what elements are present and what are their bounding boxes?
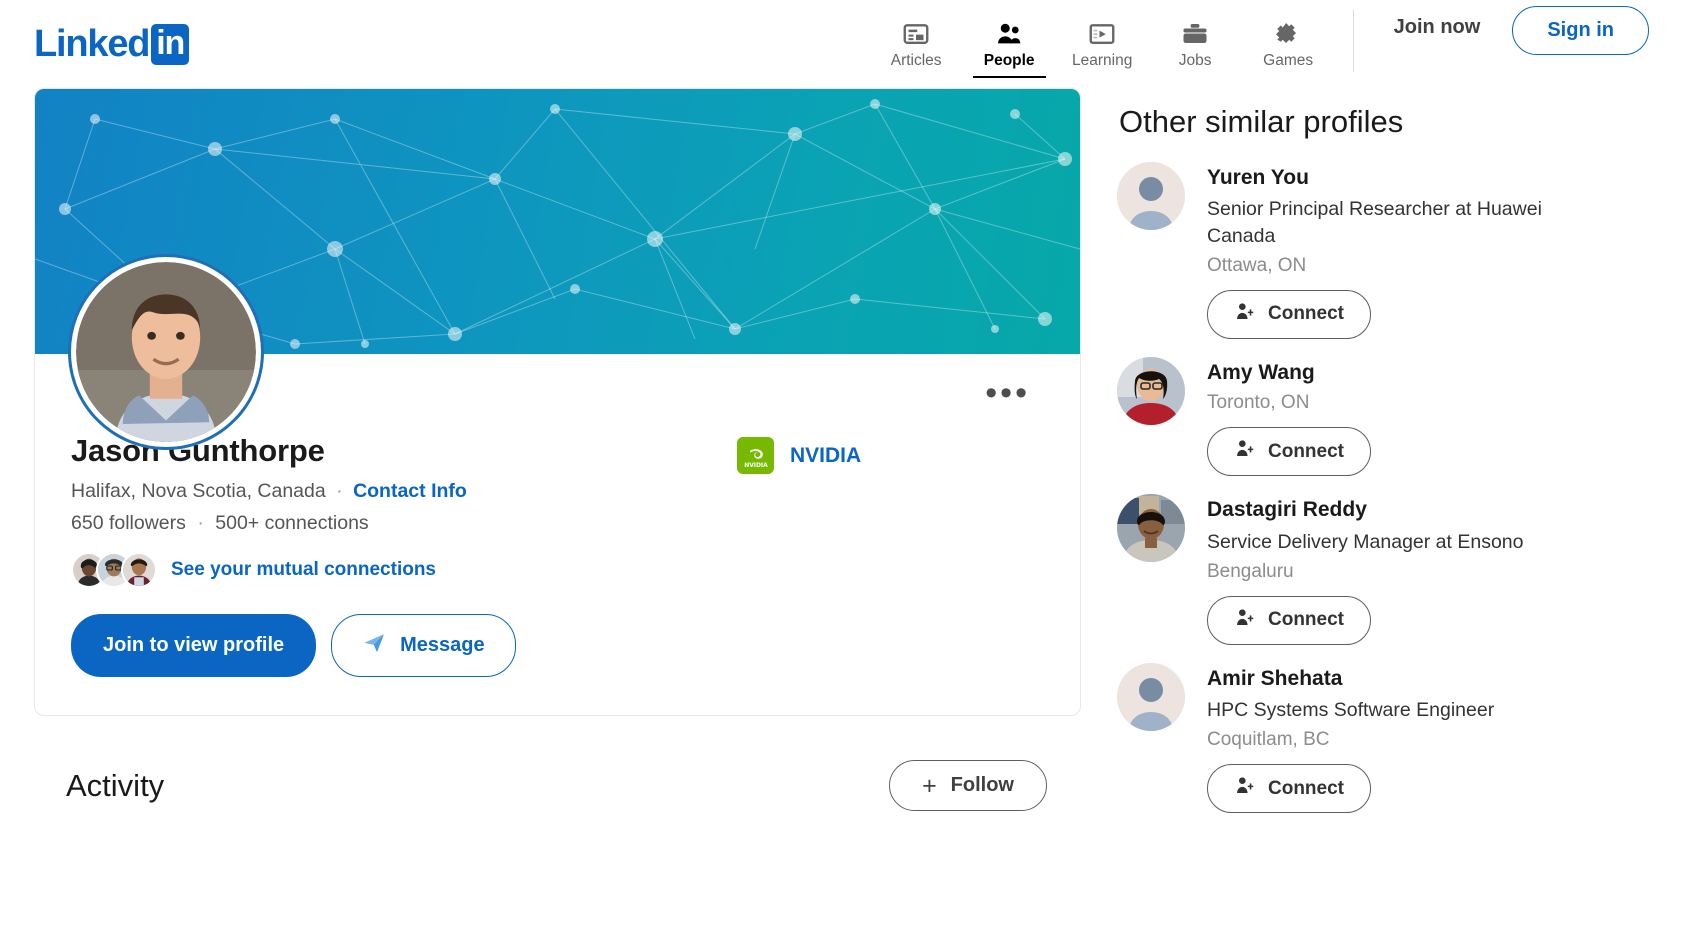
current-company[interactable]: NVIDIA NVIDIA bbox=[671, 432, 861, 474]
person-add-icon bbox=[1234, 607, 1255, 634]
profile-details: Jason Gunthorpe Halifax, Nova Scotia, Ca… bbox=[71, 432, 671, 678]
avatar bbox=[1117, 356, 1185, 425]
avatar-photo bbox=[76, 262, 256, 442]
join-now-button[interactable]: Join now bbox=[1376, 6, 1499, 49]
jobs-icon bbox=[1180, 19, 1210, 49]
profile-actions: Join to view profile Message bbox=[71, 614, 671, 678]
separator-dot: · bbox=[336, 480, 343, 503]
profile-location: Halifax, Nova Scotia, Canada bbox=[71, 480, 326, 503]
profile-name[interactable]: Dastagiri Reddy bbox=[1207, 496, 1650, 523]
similar-profiles-sidebar: Other similar profiles Yuren You Senior … bbox=[1117, 88, 1650, 831]
profile-name[interactable]: Amy Wang bbox=[1207, 359, 1650, 386]
svg-text:NVIDIA: NVIDIA bbox=[744, 462, 768, 469]
followers-count: 650 followers bbox=[71, 512, 186, 535]
global-header: Linkedin Articles People Learning Jobs bbox=[0, 0, 1685, 88]
avatar bbox=[1117, 662, 1185, 731]
profile-info: Amy Wang Toronto, ON Connect bbox=[1207, 357, 1650, 477]
person-add-icon bbox=[1234, 775, 1255, 802]
people-icon bbox=[994, 19, 1024, 49]
sign-in-button[interactable]: Sign in bbox=[1512, 6, 1649, 55]
profile-headline: Service Delivery Manager at Ensono bbox=[1207, 530, 1524, 553]
sidebar-heading: Other similar profiles bbox=[1119, 104, 1404, 139]
list-item[interactable]: Amy Wang Toronto, ON Connect bbox=[1117, 356, 1650, 477]
profile-stats: 650 followers · 500+ connections bbox=[71, 512, 671, 535]
connect-button[interactable]: Connect bbox=[1207, 595, 1371, 645]
connections-count: 500+ connections bbox=[215, 512, 369, 535]
nav-item-learning[interactable]: Learning bbox=[1056, 0, 1149, 88]
profile-location: Ottawa, ON bbox=[1207, 254, 1307, 276]
profile-info: Dastagiri Reddy Service Delivery Manager… bbox=[1207, 494, 1650, 645]
list-item[interactable]: Yuren You Senior Principal Researcher at… bbox=[1117, 162, 1650, 339]
nav-label: Games bbox=[1263, 51, 1314, 69]
company-name-link[interactable]: NVIDIA bbox=[790, 444, 861, 468]
connect-button-label: Connect bbox=[1268, 303, 1344, 325]
profile-card: ••• Jason Gunthorpe Halifax, Nova Scotia… bbox=[34, 88, 1081, 717]
profile-location: Toronto, ON bbox=[1207, 392, 1310, 414]
profile-main-row: Jason Gunthorpe Halifax, Nova Scotia, Ca… bbox=[71, 432, 1044, 678]
message-button-label: Message bbox=[400, 634, 485, 657]
activity-heading: Activity bbox=[66, 767, 165, 803]
nav-item-games[interactable]: Games bbox=[1242, 0, 1335, 88]
connect-button-label: Connect bbox=[1268, 440, 1344, 462]
nav-item-articles[interactable]: Articles bbox=[870, 0, 963, 88]
linkedin-logo[interactable]: Linked in bbox=[34, 22, 190, 66]
mutual-avatars bbox=[71, 552, 157, 589]
header-divider bbox=[1352, 10, 1354, 72]
list-item[interactable]: Amir Shehata HPC Systems Software Engine… bbox=[1117, 662, 1650, 814]
page-content: ••• Jason Gunthorpe Halifax, Nova Scotia… bbox=[0, 88, 1685, 831]
contact-info-link[interactable]: Contact Info bbox=[353, 480, 467, 502]
activity-section: Activity + Follow bbox=[34, 760, 1081, 812]
profile-location-row: Halifax, Nova Scotia, Canada · Contact I… bbox=[71, 480, 671, 503]
games-icon bbox=[1273, 19, 1303, 49]
profile-info: Amir Shehata HPC Systems Software Engine… bbox=[1207, 663, 1650, 814]
profile-location: Coquitlam, BC bbox=[1207, 729, 1330, 751]
learning-icon bbox=[1087, 19, 1117, 49]
connect-button-label: Connect bbox=[1268, 777, 1344, 799]
articles-icon bbox=[901, 19, 931, 49]
person-add-icon bbox=[1234, 301, 1255, 328]
separator-dot: · bbox=[197, 512, 204, 535]
profile-name[interactable]: Yuren You bbox=[1207, 164, 1650, 191]
follow-button[interactable]: + Follow bbox=[889, 760, 1047, 812]
mutual-connections-link[interactable]: See your mutual connections bbox=[171, 559, 436, 581]
send-icon bbox=[362, 630, 387, 661]
mutual-connections[interactable]: See your mutual connections bbox=[71, 552, 671, 589]
avatar bbox=[1117, 494, 1185, 563]
nav-label: People bbox=[983, 51, 1035, 69]
main-navigation: Articles People Learning Jobs Games Join… bbox=[870, 0, 1649, 88]
connect-button[interactable]: Connect bbox=[1207, 427, 1371, 477]
connect-button[interactable]: Connect bbox=[1207, 764, 1371, 814]
plus-icon: + bbox=[922, 771, 937, 800]
person-add-icon bbox=[1234, 438, 1255, 465]
avatar bbox=[121, 552, 157, 589]
logo-text: Linked bbox=[34, 22, 150, 65]
logo-badge: in bbox=[151, 23, 190, 65]
avatar bbox=[1117, 162, 1185, 230]
connect-button-label: Connect bbox=[1268, 609, 1344, 631]
message-button[interactable]: Message bbox=[331, 614, 516, 678]
profile-headline: Senior Principal Researcher at Huawei Ca… bbox=[1207, 198, 1542, 247]
list-item[interactable]: Dastagiri Reddy Service Delivery Manager… bbox=[1117, 494, 1650, 645]
nav-label: Articles bbox=[890, 51, 942, 69]
nav-label: Jobs bbox=[1178, 51, 1212, 69]
nvidia-logo-icon: NVIDIA bbox=[737, 437, 774, 474]
profile-location: Bengaluru bbox=[1207, 560, 1294, 582]
profile-avatar[interactable] bbox=[71, 257, 261, 447]
profile-headline: HPC Systems Software Engineer bbox=[1207, 699, 1495, 722]
nav-item-jobs[interactable]: Jobs bbox=[1149, 0, 1242, 88]
follow-button-label: Follow bbox=[950, 774, 1014, 797]
profile-info: Yuren You Senior Principal Researcher at… bbox=[1207, 162, 1650, 339]
nav-label: Learning bbox=[1071, 51, 1133, 69]
more-options-icon[interactable]: ••• bbox=[977, 376, 1038, 410]
main-column: ••• Jason Gunthorpe Halifax, Nova Scotia… bbox=[34, 88, 1081, 812]
nav-item-people[interactable]: People bbox=[963, 0, 1056, 88]
profile-name[interactable]: Amir Shehata bbox=[1207, 665, 1650, 692]
connect-button[interactable]: Connect bbox=[1207, 289, 1371, 339]
join-to-view-profile-button[interactable]: Join to view profile bbox=[71, 614, 317, 678]
